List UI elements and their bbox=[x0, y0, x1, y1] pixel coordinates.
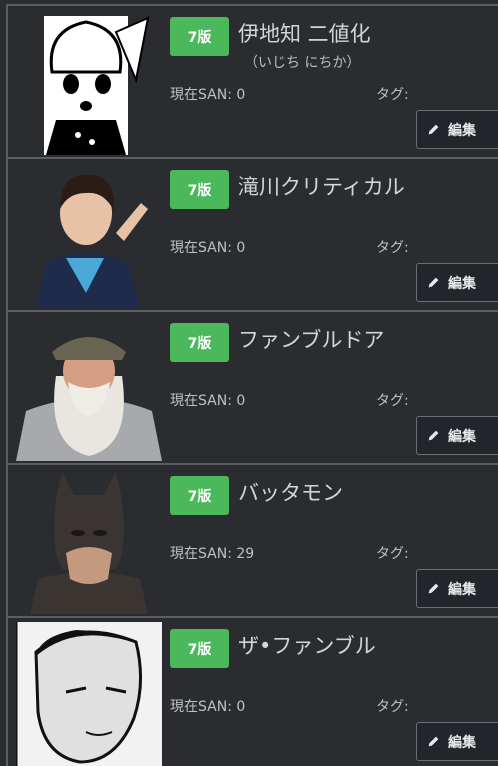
character-list: 7版 伊地知 二値化 （いじち にちか） 現在SAN: 0 タグ: 編集 7版 … bbox=[6, 4, 498, 766]
edit-button[interactable]: 編集 bbox=[416, 110, 498, 149]
character-card: 7版 滝川クリティカル 現在SAN: 0 タグ: 編集 bbox=[6, 159, 498, 312]
character-card: 7版 ファンブルドア 現在SAN: 0 タグ: 編集 bbox=[6, 312, 498, 465]
tag-label: タグ: bbox=[376, 546, 409, 562]
character-card: 7版 バッタモン 現在SAN: 29 タグ: 編集 bbox=[6, 465, 498, 618]
character-portrait[interactable] bbox=[16, 622, 162, 766]
pencil-icon bbox=[428, 736, 439, 747]
tag-label: タグ: bbox=[376, 393, 409, 409]
character-portrait[interactable] bbox=[16, 163, 162, 308]
san-value: 現在SAN: 0 bbox=[170, 393, 246, 409]
edit-button[interactable]: 編集 bbox=[416, 416, 498, 455]
character-card: 7版 ザ•ファンブル 現在SAN: 0 タグ: 編集 bbox=[6, 618, 498, 766]
san-value: 現在SAN: 0 bbox=[170, 87, 246, 103]
character-name[interactable]: バッタモン bbox=[238, 477, 343, 507]
character-name[interactable]: 滝川クリティカル bbox=[238, 171, 405, 201]
san-value: 現在SAN: 29 bbox=[170, 546, 255, 562]
character-name[interactable]: ファンブルドア bbox=[238, 324, 384, 354]
edition-badge: 7版 bbox=[170, 170, 229, 209]
character-card: 7版 伊地知 二値化 （いじち にちか） 現在SAN: 0 タグ: 編集 bbox=[6, 6, 498, 159]
pencil-icon bbox=[428, 277, 439, 288]
edit-button-label: 編集 bbox=[448, 275, 476, 292]
character-portrait[interactable] bbox=[16, 316, 162, 461]
character-furigana: （いじち にちか） bbox=[244, 55, 361, 71]
character-portrait[interactable] bbox=[16, 10, 162, 155]
edit-button-label: 編集 bbox=[448, 734, 476, 751]
edition-badge: 7版 bbox=[170, 323, 229, 362]
tag-label: タグ: bbox=[376, 87, 409, 103]
edit-button-label: 編集 bbox=[448, 122, 476, 139]
edit-button-label: 編集 bbox=[448, 428, 476, 445]
edit-button-label: 編集 bbox=[448, 581, 476, 598]
pencil-icon bbox=[428, 583, 439, 594]
san-value: 現在SAN: 0 bbox=[170, 699, 246, 715]
tag-label: タグ: bbox=[376, 699, 409, 715]
character-name[interactable]: ザ•ファンブル bbox=[238, 630, 376, 660]
edit-button[interactable]: 編集 bbox=[416, 263, 498, 302]
pencil-icon bbox=[428, 124, 439, 135]
edition-badge: 7版 bbox=[170, 17, 229, 56]
tag-label: タグ: bbox=[376, 240, 409, 256]
character-name[interactable]: 伊地知 二値化 bbox=[238, 18, 371, 48]
edition-badge: 7版 bbox=[170, 629, 229, 668]
character-portrait[interactable] bbox=[16, 469, 162, 614]
san-value: 現在SAN: 0 bbox=[170, 240, 246, 256]
edition-badge: 7版 bbox=[170, 476, 229, 515]
edit-button[interactable]: 編集 bbox=[416, 569, 498, 608]
edit-button[interactable]: 編集 bbox=[416, 722, 498, 761]
pencil-icon bbox=[428, 430, 439, 441]
